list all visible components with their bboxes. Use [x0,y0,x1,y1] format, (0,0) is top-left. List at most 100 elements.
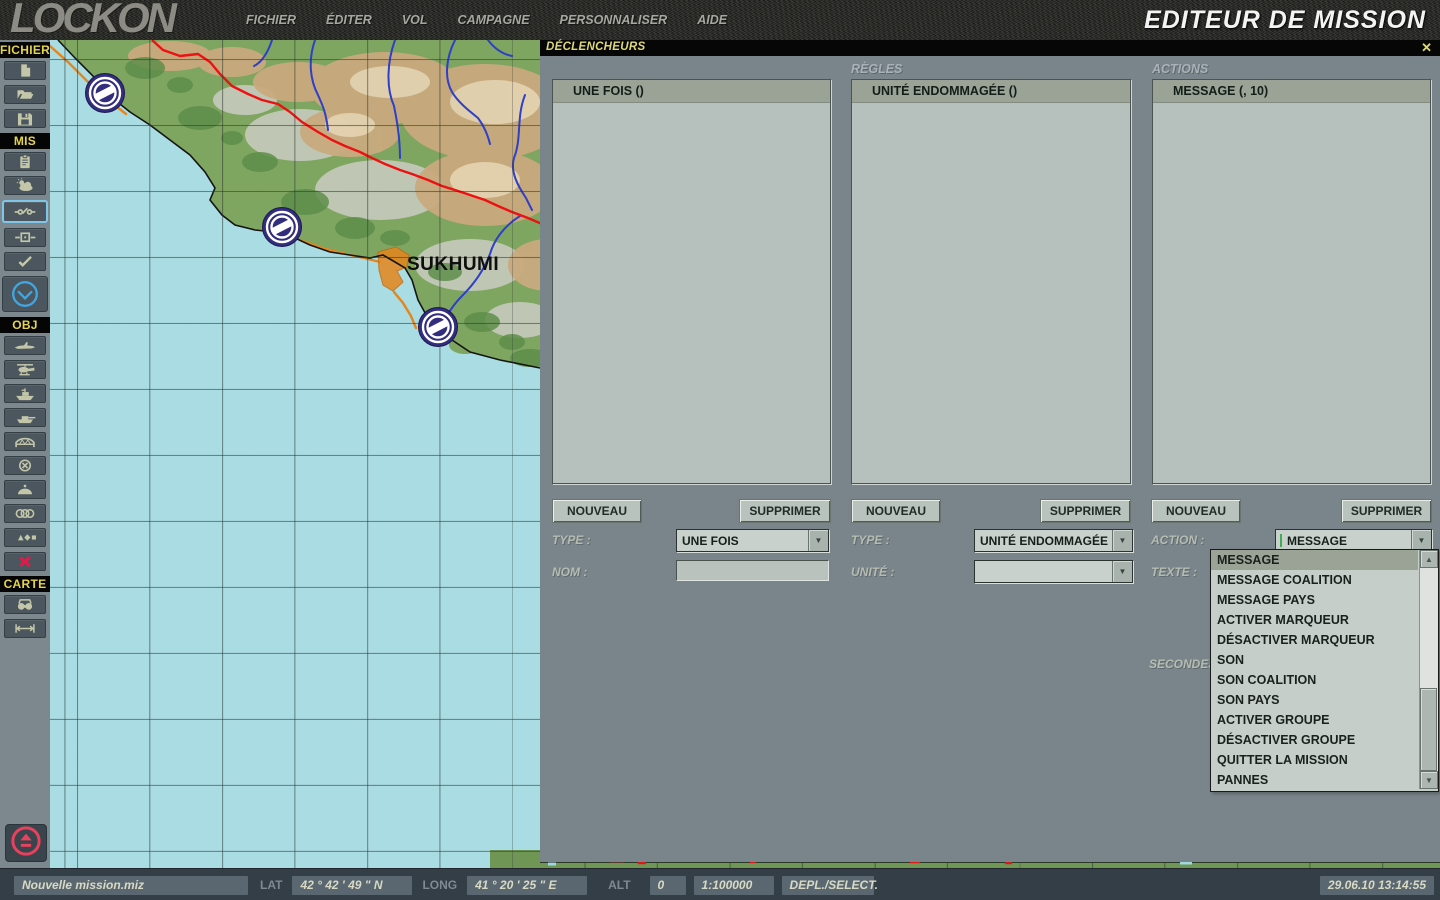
chevron-down-icon[interactable]: ▼ [1112,561,1132,582]
briefing-button[interactable] [4,152,46,171]
rules-list[interactable]: UNITÉ ENDOMMAGÉE () [851,79,1131,484]
dropdown-item[interactable]: DÉSACTIVER GROUPE [1211,730,1418,750]
ship-icon [12,386,38,401]
validate-button[interactable] [4,252,46,271]
dropdown-item[interactable]: QUITTER LA MISSION [1211,750,1418,770]
save-icon [12,111,38,126]
panel-titlebar[interactable]: DÉCLENCHEURS ✕ [540,40,1440,56]
airbase-button[interactable] [4,480,46,499]
trigger-zone-marker[interactable] [419,308,458,347]
vehicle-button[interactable] [4,408,46,427]
airplane-button[interactable] [4,336,46,355]
scroll-up-icon[interactable]: ▲ [1420,550,1438,568]
shapes-icon [12,530,38,545]
sidebar-section-fichier: FICHIER [0,42,50,58]
helicopter-icon [12,362,38,377]
trigger-type-combo[interactable]: UNE FOIS ▼ [676,529,829,552]
chevron-down-icon[interactable]: ▼ [1411,530,1431,551]
triggers-list[interactable]: UNE FOIS () [552,79,831,484]
new-action-button[interactable]: NOUVEAU [1151,499,1241,523]
static-object-button[interactable] [4,432,46,451]
search-button[interactable] [4,595,46,614]
new-file-icon [12,63,38,78]
menu-item-fichier[interactable]: FICHIER [246,13,296,27]
dropdown-item[interactable]: ACTIVER MARQUEUR [1211,610,1418,630]
triggers-panel: DÉCLENCHEURS ✕ RÈGLES ACTIONS UNE FOIS (… [540,40,1440,862]
dropdown-item[interactable]: DÉSACTIVER MARQUEUR [1211,630,1418,650]
trigger-zone-marker[interactable] [263,208,302,247]
waypoint-button[interactable] [4,228,46,247]
sidebar-section-carte: CARTE [0,576,50,592]
delete-x-icon [12,554,38,569]
dropdown-item[interactable]: ACTIVER GROUPE [1211,710,1418,730]
rule-type-label: TYPE : [851,533,890,547]
eject-icon [10,825,42,862]
list-item[interactable]: UNE FOIS () [553,80,830,103]
binoculars-icon [12,597,38,612]
rule-unit-label: UNITÉ : [851,565,894,579]
dome-icon [12,482,38,497]
delete-rule-button[interactable]: SUPPRIMER [1040,499,1131,523]
new-trigger-button[interactable]: NOUVEAU [552,499,642,523]
dropdown-item[interactable]: MESSAGE [1211,550,1418,570]
trigger-name-label: NOM : [552,565,587,579]
helicopter-button[interactable] [4,360,46,379]
action-dropdown-list[interactable]: MESSAGEMESSAGE COALITIONMESSAGE PAYSACTI… [1210,549,1439,792]
trigger-name-input[interactable] [676,560,829,581]
close-icon[interactable]: ✕ [1421,40,1432,56]
menu-item-vol[interactable]: VOL [402,13,428,27]
scroll-down-icon[interactable]: ▼ [1420,771,1438,789]
weather-button[interactable] [4,176,46,195]
actions-list[interactable]: MESSAGE (, 10) [1152,79,1431,484]
tool-sidebar: FICHIERMISOBJCARTE [0,40,50,868]
save-mission-button[interactable] [4,109,46,128]
main-menu: FICHIER ÉDITER VOL CAMPAGNE PERSONNALISER AID… [246,0,727,40]
rule-type-combo[interactable]: UNITÉ ENDOMMAGÉE ▼ [974,529,1133,552]
delete-trigger-button[interactable]: SUPPRIMER [739,499,831,523]
chevron-down-icon[interactable]: ▼ [808,530,828,551]
dropdown-item[interactable]: SON COALITION [1211,670,1418,690]
ruler-icon [12,621,38,636]
open-folder-icon [12,87,38,102]
dropdown-item[interactable]: SON PAYS [1211,690,1418,710]
triggers-button[interactable] [2,200,48,223]
dropdown-item[interactable]: PANNES [1211,770,1418,790]
check-icon [12,254,38,269]
summary-circle-icon [10,279,40,309]
long-value: 41 ° 20 ' 25 " E [467,876,587,895]
trigger-zone-marker[interactable] [86,74,125,113]
bridge-icon [12,434,38,449]
dropdown-item[interactable]: MESSAGE COALITION [1211,570,1418,590]
rule-unit-combo[interactable]: ▼ [974,560,1133,583]
alt-value: 0 [650,876,686,895]
list-item[interactable]: MESSAGE (, 10) [1153,80,1430,103]
target-circle-x-icon [12,458,38,473]
list-item[interactable]: UNITÉ ENDOMMAGÉE () [852,80,1130,103]
exit-button[interactable] [5,824,47,862]
action-type-label: ACTION : [1151,533,1204,547]
delete-button[interactable] [4,552,46,571]
filename-box: Nouvelle mission.miz [14,876,248,895]
zones-button[interactable] [4,504,46,523]
dropdown-item[interactable]: SON [1211,650,1418,670]
dropdown-item[interactable]: MESSAGE PAYS [1211,590,1418,610]
mission-editor-window: LOCKON FICHIERÉDITERVOLCAMPAGNEPERSONNAL… [0,0,1440,900]
new-mission-button[interactable] [4,61,46,80]
open-mission-button[interactable] [4,85,46,104]
summary-button[interactable] [2,276,48,312]
delete-action-button[interactable]: SUPPRIMER [1341,499,1432,523]
ship-button[interactable] [4,384,46,403]
menu-item-aide[interactable]: AIDE [697,13,727,27]
menu-item-campagne[interactable]: CAMPAGNE [458,13,530,27]
measure-button[interactable] [4,619,46,638]
new-rule-button[interactable]: NOUVEAU [851,499,941,523]
chevron-down-icon[interactable]: ▼ [1112,530,1132,551]
menu-item-diter[interactable]: ÉDITER [326,13,372,27]
dropdown-scrollbar[interactable]: ▲ ▼ [1419,550,1438,789]
panel-title: DÉCLENCHEURS [546,41,645,53]
templates-button[interactable] [4,528,46,547]
menu-item-personnaliser[interactable]: PERSONNALISER [560,13,668,27]
target-point-button[interactable] [4,456,46,475]
actions-column-header: ACTIONS [1152,62,1208,76]
scrollbar-thumb[interactable] [1420,688,1437,771]
